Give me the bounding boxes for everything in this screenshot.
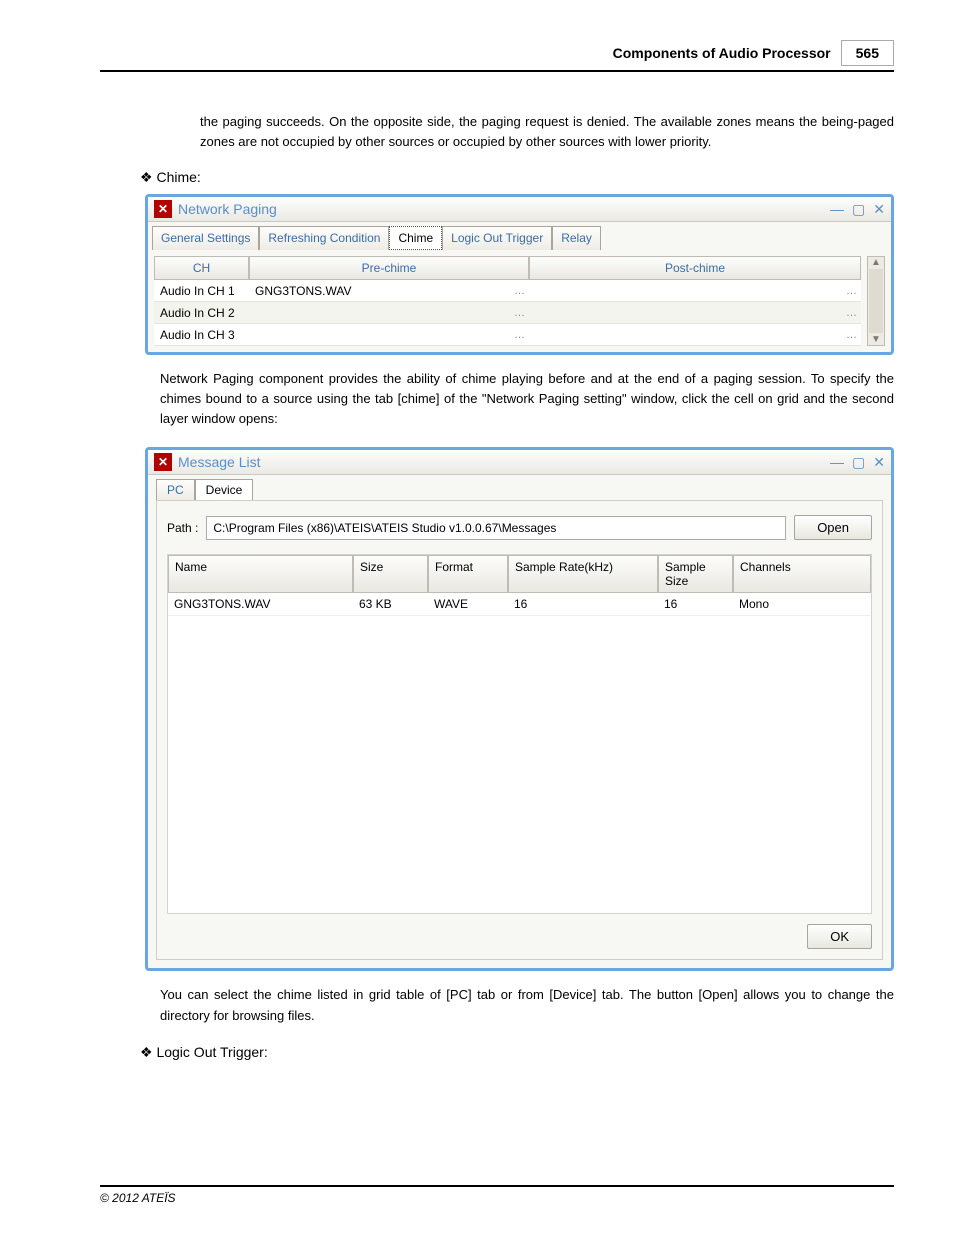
minimize-icon[interactable]: — — [830, 201, 844, 218]
cell-ch: Audio In CH 2 — [154, 302, 249, 324]
browse-icon[interactable]: … — [514, 329, 525, 341]
scroll-thumb[interactable] — [869, 269, 883, 333]
window-title: Network Paging — [178, 201, 830, 217]
tab-refreshing-condition[interactable]: Refreshing Condition — [259, 226, 389, 250]
scrollbar[interactable]: ▲ ▼ — [867, 256, 885, 346]
cell-sample-size: 16 — [658, 593, 733, 616]
col-channels: Channels — [733, 555, 871, 593]
cell-post-chime[interactable]: … — [529, 302, 861, 324]
paragraph-intro: the paging succeeds. On the opposite sid… — [200, 112, 894, 151]
tab-pc[interactable]: PC — [156, 479, 195, 500]
open-button[interactable]: Open — [794, 515, 872, 540]
col-post-chime: Post-chime — [529, 256, 861, 280]
header-title: Components of Audio Processor — [613, 45, 831, 61]
path-label: Path : — [167, 521, 198, 535]
col-sample-size: Sample Size — [658, 555, 733, 593]
paragraph-select-chime: You can select the chime listed in grid … — [160, 985, 894, 1025]
col-size: Size — [353, 555, 428, 593]
tab-relay[interactable]: Relay — [552, 226, 601, 250]
cell-pre-chime[interactable]: … — [249, 324, 529, 346]
close-icon[interactable]: ✕ — [873, 201, 885, 218]
table-row[interactable]: GNG3TONS.WAV 63 KB WAVE 16 16 Mono — [168, 593, 871, 616]
col-format: Format — [428, 555, 508, 593]
maximize-icon[interactable]: ▢ — [852, 454, 865, 471]
col-sample-rate: Sample Rate(kHz) — [508, 555, 658, 593]
scroll-up-icon[interactable]: ▲ — [868, 257, 884, 268]
message-list-window: ✕ Message List — ▢ ✕ PC Device Path : Op… — [145, 447, 894, 971]
maximize-icon[interactable]: ▢ — [852, 201, 865, 218]
cell-name: GNG3TONS.WAV — [168, 593, 353, 616]
cell-pre-chime[interactable]: … — [249, 302, 529, 324]
cell-channels: Mono — [733, 593, 871, 616]
tab-logic-out-trigger[interactable]: Logic Out Trigger — [442, 226, 552, 250]
path-input[interactable] — [206, 516, 786, 540]
cell-size: 63 KB — [353, 593, 428, 616]
bullet-chime: Chime: — [140, 169, 894, 186]
close-icon[interactable]: ✕ — [873, 454, 885, 471]
tab-general-settings[interactable]: General Settings — [152, 226, 259, 250]
tab-chime[interactable]: Chime — [389, 226, 442, 250]
browse-icon[interactable]: … — [846, 329, 857, 341]
cell-ch: Audio In CH 1 — [154, 280, 249, 302]
ok-button[interactable]: OK — [807, 924, 872, 949]
browse-icon[interactable]: … — [514, 307, 525, 319]
browse-icon[interactable]: … — [514, 285, 525, 297]
cell-post-chime[interactable]: … — [529, 324, 861, 346]
browse-icon[interactable]: … — [846, 285, 857, 297]
col-pre-chime: Pre-chime — [249, 256, 529, 280]
paragraph-network-paging: Network Paging component provides the ab… — [160, 369, 894, 429]
col-ch: CH — [154, 256, 249, 280]
app-icon: ✕ — [154, 453, 172, 471]
page-header: Components of Audio Processor 565 — [100, 40, 894, 72]
browse-icon[interactable]: … — [846, 307, 857, 319]
network-paging-window: ✕ Network Paging — ▢ ✕ General Settings … — [145, 194, 894, 355]
cell-sample-rate: 16 — [508, 593, 658, 616]
footer-copyright: © 2012 ATEÏS — [100, 1185, 894, 1205]
cell-pre-chime[interactable]: GNG3TONS.WAV… — [249, 280, 529, 302]
minimize-icon[interactable]: — — [830, 454, 844, 471]
cell-post-chime[interactable]: … — [529, 280, 861, 302]
message-list-grid: Name Size Format Sample Rate(kHz) Sample… — [167, 554, 872, 914]
window-title: Message List — [178, 454, 830, 470]
page-number: 565 — [841, 40, 894, 66]
col-name: Name — [168, 555, 353, 593]
scroll-down-icon[interactable]: ▼ — [868, 334, 884, 345]
tab-device[interactable]: Device — [195, 479, 254, 500]
cell-ch: Audio In CH 3 — [154, 324, 249, 346]
cell-format: WAVE — [428, 593, 508, 616]
bullet-logic-out-trigger: Logic Out Trigger: — [140, 1044, 894, 1061]
app-icon: ✕ — [154, 200, 172, 218]
